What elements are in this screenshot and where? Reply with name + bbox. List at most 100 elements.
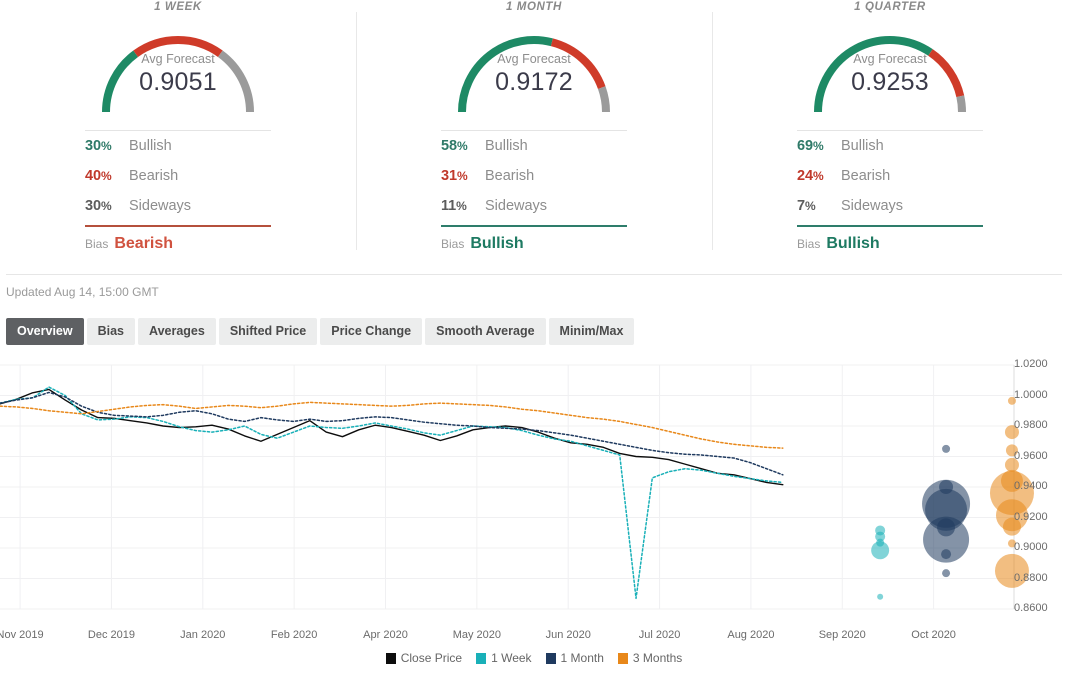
percent-symbol: % <box>812 139 824 153</box>
y-axis-tick-label: 0.9800 <box>1014 419 1048 431</box>
legend-label: 1 Month <box>560 651 604 665</box>
forecast-bubble <box>942 444 951 453</box>
tab-shifted-price[interactable]: Shifted Price <box>218 318 318 345</box>
updated-timestamp: Updated Aug 14, 15:00 GMT <box>6 285 159 299</box>
bias-row: Bias Bullish <box>441 227 627 255</box>
y-axis-tick-label: 0.8800 <box>1014 571 1048 584</box>
chart-x-axis: Nov 2019 Dec 2019 Jan 2020 Feb 2020 Apr 2020… <box>0 629 1068 645</box>
stat-row-bullish: 69% Bullish <box>797 131 983 161</box>
panel-title: 1 WEEK <box>154 1 202 13</box>
x-axis-tick-label: Feb 2020 <box>270 629 318 641</box>
chart-y-axis: 1.0200 1.0000 0.9800 0.9600 0.9400 0.9200 0.90… <box>1014 357 1068 617</box>
stat-percent-sideways: 30% <box>85 198 112 214</box>
forecast-bubble <box>877 593 884 600</box>
x-axis-tick-label: Sep 2020 <box>818 629 866 641</box>
stat-label-bearish: Bearish <box>129 168 179 184</box>
tab-averages[interactable]: Averages <box>138 318 216 345</box>
gauge-arc-bearish <box>928 49 965 98</box>
gauge-arc-bearish <box>550 38 606 90</box>
stat-row-sideways: 11% Sideways <box>441 191 627 221</box>
legend-item[interactable]: 1 Month <box>545 651 604 665</box>
percent-symbol: % <box>100 169 112 183</box>
stat-label-sideways: Sideways <box>129 198 192 214</box>
stat-percent-bearish: 40% <box>85 168 112 184</box>
percent-symbol: % <box>812 169 824 183</box>
forecast-gauge: Avg Forecast 0.9253 <box>797 14 983 118</box>
stat-row-bearish: 24% Bearish <box>797 161 983 191</box>
y-axis-tick-label: 0.9000 <box>1014 541 1048 553</box>
chart-series-close-price <box>0 388 784 486</box>
forecast-panels: 1 WEEK Avg Forecast 0.9051 30% Bullish 40% Bea… <box>0 0 1068 268</box>
stat-label-bullish: Bullish <box>841 138 884 154</box>
forecast-bubble <box>871 541 890 560</box>
percent-symbol: % <box>100 139 112 153</box>
legend-color-swatch <box>617 652 628 664</box>
stat-label-sideways: Sideways <box>485 198 548 214</box>
x-axis-tick-label: Jun 2020 <box>545 629 591 641</box>
bias-value: Bullish <box>470 235 524 252</box>
forecast-bubble <box>941 549 952 560</box>
forecast-panel-2: 1 MONTH Avg Forecast 0.9172 58% Bullish 31% Be… <box>356 0 712 268</box>
stat-percent-bearish: 24% <box>797 168 824 184</box>
stat-percent-bearish: 31% <box>441 168 468 184</box>
stat-percent-bullish: 30% <box>85 138 112 154</box>
stat-label-bearish: Bearish <box>485 168 535 184</box>
legend-label: 1 Week <box>491 651 532 665</box>
bias-caption: Bias <box>441 237 465 251</box>
stat-percent-bullish: 69% <box>797 138 824 154</box>
y-axis-tick-label: 0.9400 <box>1014 480 1048 492</box>
percent-symbol: % <box>456 199 467 213</box>
x-axis-tick-label: Aug 2020 <box>727 629 775 641</box>
stat-row-bullish: 30% Bullish <box>85 131 271 161</box>
gauge-arc-sideways <box>956 95 966 113</box>
sentiment-stats: 30% Bullish 40% Bearish 30% Sideways Bias Beari… <box>85 130 271 255</box>
percent-symbol: % <box>804 199 816 213</box>
stat-row-sideways: 30% Sideways <box>85 191 271 221</box>
bias-value: Bullish <box>826 235 880 252</box>
chart-legend: Close Price 1 Week 1 Month 3 Months <box>0 651 1068 665</box>
legend-color-swatch <box>385 652 396 664</box>
forecast-bubble <box>942 569 951 578</box>
panel-title: 1 QUARTER <box>854 1 926 13</box>
legend-label: 3 Months <box>632 651 683 665</box>
legend-item[interactable]: 3 Months <box>617 651 683 665</box>
x-axis-tick-label: Nov 2019 <box>0 629 44 641</box>
chart-tab-bar: Overview Bias Averages Shifted Price Price C… <box>0 299 1068 345</box>
bias-caption: Bias <box>797 237 821 251</box>
forecast-gauge: Avg Forecast 0.9051 <box>85 14 271 118</box>
forecast-panel-1: 1 WEEK Avg Forecast 0.9051 30% Bullish 40% Bea… <box>0 0 356 268</box>
panel-title: 1 MONTH <box>506 1 562 13</box>
stat-row-bullish: 58% Bullish <box>441 131 627 161</box>
stat-row-bearish: 31% Bearish <box>441 161 627 191</box>
chart-canvas <box>0 364 1034 610</box>
tab-smooth-average[interactable]: Smooth Average <box>425 318 546 345</box>
stat-percent-sideways: 7% <box>797 198 816 214</box>
forecast-dashboard: 1 WEEK Avg Forecast 0.9051 30% Bullish 40% Bea… <box>0 0 1068 684</box>
gauge-arc-sideways <box>597 86 610 113</box>
stat-label-bullish: Bullish <box>485 138 528 154</box>
stat-percent-bullish: 58% <box>441 138 468 154</box>
tab-minim-max[interactable]: Minim/Max <box>548 318 635 345</box>
forecast-chart: 1.0200 1.0000 0.9800 0.9600 0.9400 0.9200 0.90… <box>0 357 1068 665</box>
stat-label-bearish: Bearish <box>841 168 891 184</box>
y-axis-tick-label: 0.9600 <box>1014 449 1048 462</box>
tab-bias[interactable]: Bias <box>86 318 135 345</box>
tab-price-change[interactable]: Price Change <box>320 318 423 345</box>
percent-symbol: % <box>456 169 468 183</box>
legend-color-swatch <box>545 652 556 664</box>
bias-value: Bearish <box>114 235 174 252</box>
gauge-arc-bearish <box>133 36 223 58</box>
tab-overview[interactable]: Overview <box>6 318 84 345</box>
sentiment-stats: 58% Bullish 31% Bearish 11% Sideways Bias Bulli… <box>441 130 627 255</box>
forecast-gauge: Avg Forecast 0.9172 <box>441 14 627 118</box>
legend-item[interactable]: Close Price <box>385 651 462 665</box>
stat-row-sideways: 7% Sideways <box>797 191 983 221</box>
percent-symbol: % <box>100 199 112 213</box>
stat-label-sideways: Sideways <box>841 198 904 214</box>
legend-item[interactable]: 1 Week <box>476 651 532 665</box>
x-axis-tick-label: Jul 2020 <box>638 629 681 641</box>
bias-row: Bias Bullish <box>797 227 983 255</box>
x-axis-tick-label: May 2020 <box>452 629 501 641</box>
forecast-panel-3: 1 QUARTER Avg Forecast 0.9253 69% Bullish 24%… <box>712 0 1068 268</box>
x-axis-tick-label: Oct 2020 <box>911 629 956 641</box>
